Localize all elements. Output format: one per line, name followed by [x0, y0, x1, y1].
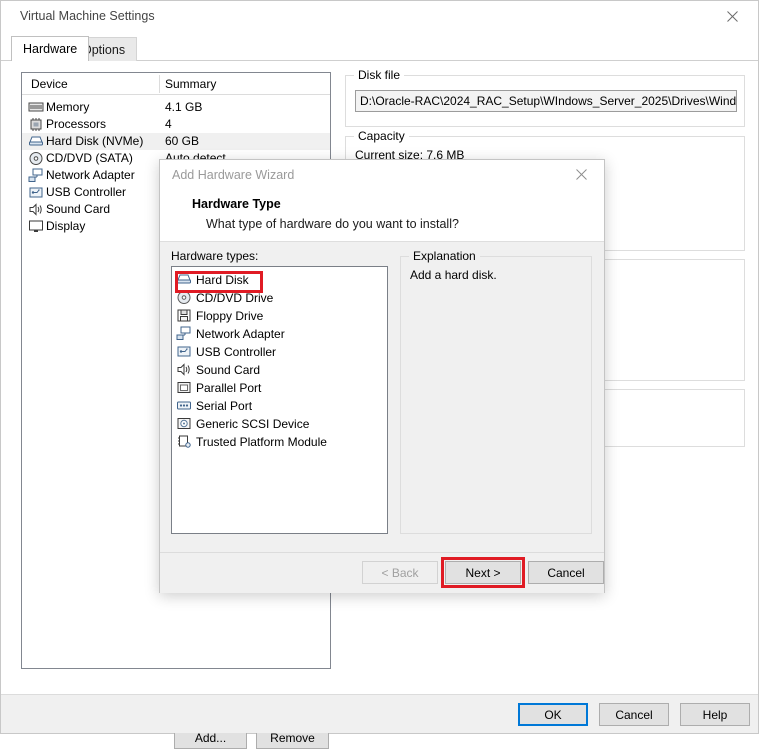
- device-summary: 4: [165, 117, 172, 131]
- disk-file-path-value: D:\Oracle-RAC\2024_RAC_Setup\WIndows_Ser…: [360, 94, 737, 108]
- hardware-type-parallel-port[interactable]: Parallel Port: [172, 379, 387, 397]
- device-name: CD/DVD (SATA): [46, 151, 133, 165]
- hardware-type-label: Serial Port: [196, 399, 252, 413]
- disk-file-path-field[interactable]: D:\Oracle-RAC\2024_RAC_Setup\WIndows_Ser…: [355, 90, 737, 112]
- tabstrip: Hardware Options: [1, 32, 758, 61]
- hardware-type-label: CD/DVD Drive: [196, 291, 273, 305]
- device-name: Sound Card: [46, 202, 110, 216]
- device-name: Hard Disk (NVMe): [46, 134, 143, 148]
- ok-label: OK: [544, 708, 561, 722]
- hardware-type-label: Floppy Drive: [196, 309, 263, 323]
- hardware-type-generic-scsi-device[interactable]: Generic SCSI Device: [172, 415, 387, 433]
- hardware-type-network-adapter[interactable]: Network Adapter: [172, 325, 387, 343]
- add-hardware-wizard-dialog: Add Hardware Wizard Hardware Type What t…: [159, 159, 605, 593]
- sound-card-icon: [28, 202, 44, 217]
- window-title: Virtual Machine Settings: [20, 9, 155, 23]
- hardware-type-sound-card[interactable]: Sound Card: [172, 361, 387, 379]
- hardware-types-label: Hardware types:: [171, 249, 258, 263]
- wizard-subheading: What type of hardware do you want to ins…: [206, 217, 459, 231]
- hard-disk-icon: [28, 134, 44, 149]
- window-titlebar: Virtual Machine Settings: [1, 1, 758, 32]
- memory-icon: [28, 100, 44, 115]
- disk-file-group-title: Disk file: [354, 68, 404, 82]
- network-adapter-icon: [28, 168, 44, 183]
- network-adapter-icon: [176, 326, 192, 342]
- hardware-type-label: Network Adapter: [196, 327, 285, 341]
- cd-dvd-icon: [176, 290, 192, 306]
- close-glyph: [727, 11, 738, 22]
- hardware-type-label: Parallel Port: [196, 381, 261, 395]
- floppy-icon: [176, 308, 192, 324]
- column-divider: [159, 75, 160, 93]
- sound-card-icon: [176, 362, 192, 378]
- help-label: Help: [703, 708, 728, 722]
- explanation-group-title: Explanation: [409, 249, 480, 263]
- hardware-type-label: Trusted Platform Module: [196, 435, 327, 449]
- disk-file-group: Disk file D:\Oracle-RAC\2024_RAC_Setup\W…: [345, 75, 745, 127]
- device-name: Display: [46, 219, 85, 233]
- column-header-device: Device: [31, 77, 68, 91]
- scsi-device-icon: [176, 416, 192, 432]
- device-row-memory[interactable]: Memory 4.1 GB: [22, 99, 330, 116]
- hardware-type-label: Sound Card: [196, 363, 260, 377]
- capacity-group-title: Capacity: [354, 129, 409, 143]
- close-icon[interactable]: [560, 160, 602, 189]
- wizard-body: Hardware types: Hard Disk CD/DVD Drive: [160, 242, 604, 552]
- parallel-port-icon: [176, 380, 192, 396]
- close-glyph: [576, 169, 587, 180]
- device-summary: 4.1 GB: [165, 100, 202, 114]
- device-name: USB Controller: [46, 185, 126, 199]
- tpm-icon: [176, 434, 192, 450]
- virtual-machine-settings-window: Virtual Machine Settings Hardware Option…: [0, 0, 759, 734]
- device-row-processors[interactable]: Processors 4: [22, 116, 330, 133]
- wizard-footer: < Back Next > Cancel: [160, 552, 604, 593]
- hardware-type-label: Hard Disk: [196, 273, 249, 287]
- usb-controller-icon: [176, 344, 192, 360]
- wizard-titlebar: Add Hardware Wizard: [160, 160, 604, 190]
- device-summary: 60 GB: [165, 134, 199, 148]
- wizard-title: Add Hardware Wizard: [172, 168, 294, 182]
- device-list-header: Device Summary: [22, 73, 330, 95]
- usb-controller-icon: [28, 185, 44, 200]
- tab-hardware-label: Hardware: [23, 42, 77, 56]
- hardware-type-trusted-platform-module[interactable]: Trusted Platform Module: [172, 433, 387, 451]
- hardware-type-hard-disk[interactable]: Hard Disk: [172, 271, 387, 289]
- wizard-heading: Hardware Type: [192, 197, 281, 211]
- wizard-next-button[interactable]: Next >: [445, 561, 521, 584]
- explanation-group: Explanation Add a hard disk.: [400, 256, 592, 534]
- hardware-types-list[interactable]: Hard Disk CD/DVD Drive Floppy Drive: [171, 266, 388, 534]
- cancel-label: Cancel: [615, 708, 652, 722]
- explanation-text: Add a hard disk.: [410, 268, 497, 282]
- hardware-type-usb-controller[interactable]: USB Controller: [172, 343, 387, 361]
- close-icon[interactable]: [710, 1, 754, 31]
- wizard-next-label: Next >: [465, 566, 500, 580]
- hard-disk-icon: [176, 272, 192, 288]
- tab-hardware[interactable]: Hardware: [11, 36, 89, 61]
- serial-port-icon: [176, 398, 192, 414]
- cancel-button[interactable]: Cancel: [599, 703, 669, 726]
- processor-icon: [28, 117, 44, 132]
- wizard-cancel-label: Cancel: [547, 566, 584, 580]
- hardware-type-label: USB Controller: [196, 345, 276, 359]
- display-icon: [28, 219, 44, 234]
- dialog-footer: OK Cancel Help: [1, 694, 758, 733]
- wizard-back-label: < Back: [381, 566, 418, 580]
- device-name: Network Adapter: [46, 168, 135, 182]
- cd-dvd-icon: [28, 151, 44, 166]
- device-name: Processors: [46, 117, 106, 131]
- column-header-summary: Summary: [165, 77, 216, 91]
- wizard-back-button[interactable]: < Back: [362, 561, 438, 584]
- device-name: Memory: [46, 100, 89, 114]
- hardware-type-floppy-drive[interactable]: Floppy Drive: [172, 307, 387, 325]
- hardware-type-serial-port[interactable]: Serial Port: [172, 397, 387, 415]
- wizard-cancel-button[interactable]: Cancel: [528, 561, 604, 584]
- wizard-header: Hardware Type What type of hardware do y…: [160, 190, 604, 242]
- hardware-type-cd-dvd-drive[interactable]: CD/DVD Drive: [172, 289, 387, 307]
- device-row-hard-disk[interactable]: Hard Disk (NVMe) 60 GB: [22, 133, 330, 150]
- help-button[interactable]: Help: [680, 703, 750, 726]
- ok-button[interactable]: OK: [518, 703, 588, 726]
- hardware-type-label: Generic SCSI Device: [196, 417, 309, 431]
